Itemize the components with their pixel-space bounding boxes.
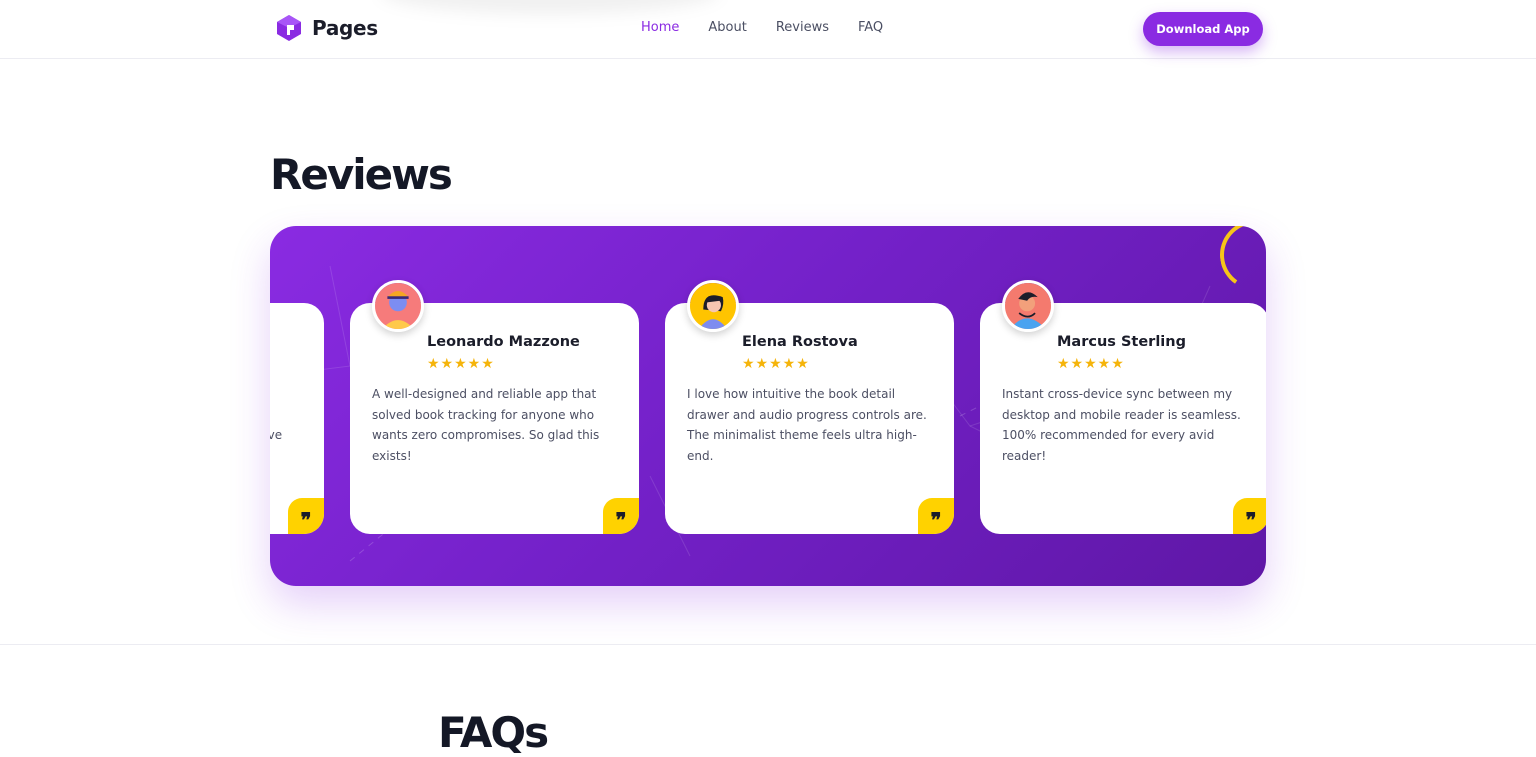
review-text: A well-designed and reliable app that so… bbox=[372, 387, 600, 463]
reviewer-name: Marcus Sterling bbox=[1057, 334, 1186, 350]
review-card: nt k love ❞ bbox=[270, 303, 324, 534]
review-card: Elena Rostova ★★★★★ I love how intuitive… bbox=[665, 280, 954, 534]
review-text-partial: nt k love bbox=[270, 384, 317, 446]
faq-section-title: FAQs bbox=[438, 708, 549, 757]
star-rating: ★★★★★ bbox=[1057, 356, 1125, 372]
top-navbar: Pages Home About Reviews FAQ Download Ap… bbox=[0, 0, 1536, 59]
reviews-section-title: Reviews bbox=[270, 150, 453, 199]
download-app-button[interactable]: Download App bbox=[1143, 12, 1263, 46]
reviewer-name: Leonardo Mazzone bbox=[427, 334, 580, 350]
section-divider bbox=[0, 644, 1536, 645]
nav-link-reviews[interactable]: Reviews bbox=[776, 20, 829, 35]
brand-name: Pages bbox=[312, 16, 378, 40]
review-text: Instant cross-device sync between my des… bbox=[1002, 387, 1241, 463]
reviewer-name: Elena Rostova bbox=[742, 334, 858, 350]
review-text-line: nt bbox=[270, 384, 317, 405]
review-card: Leonardo Mazzone ★★★★★ A well-designed a… bbox=[350, 280, 639, 534]
star-rating: ★★★★★ bbox=[742, 356, 810, 372]
reviewer-avatar bbox=[1002, 280, 1054, 332]
nav-links: Home About Reviews FAQ bbox=[641, 20, 883, 35]
review-card: Marcus Sterling ★★★★★ Instant cross-devi… bbox=[980, 280, 1266, 534]
hexagon-logo-icon bbox=[277, 15, 301, 41]
nav-link-faq[interactable]: FAQ bbox=[858, 20, 883, 35]
nav-shadow-decoration bbox=[380, 0, 720, 14]
reviews-carousel[interactable]: nt k love ❞ Leonardo Mazzone ★★★★★ A wel… bbox=[270, 226, 1266, 586]
review-text-line: k bbox=[270, 405, 317, 426]
reviewer-avatar bbox=[687, 280, 739, 332]
quote-icon: ❞ bbox=[1233, 498, 1266, 534]
review-text: I love how intuitive the book detail dra… bbox=[687, 387, 927, 463]
review-text-line: love bbox=[270, 428, 283, 442]
brand-home-link[interactable]: Pages bbox=[276, 14, 378, 42]
star-rating: ★★★★★ bbox=[427, 356, 495, 372]
nav-link-home[interactable]: Home bbox=[641, 20, 679, 35]
nav-link-about[interactable]: About bbox=[708, 20, 746, 35]
reviewer-avatar bbox=[372, 280, 424, 332]
